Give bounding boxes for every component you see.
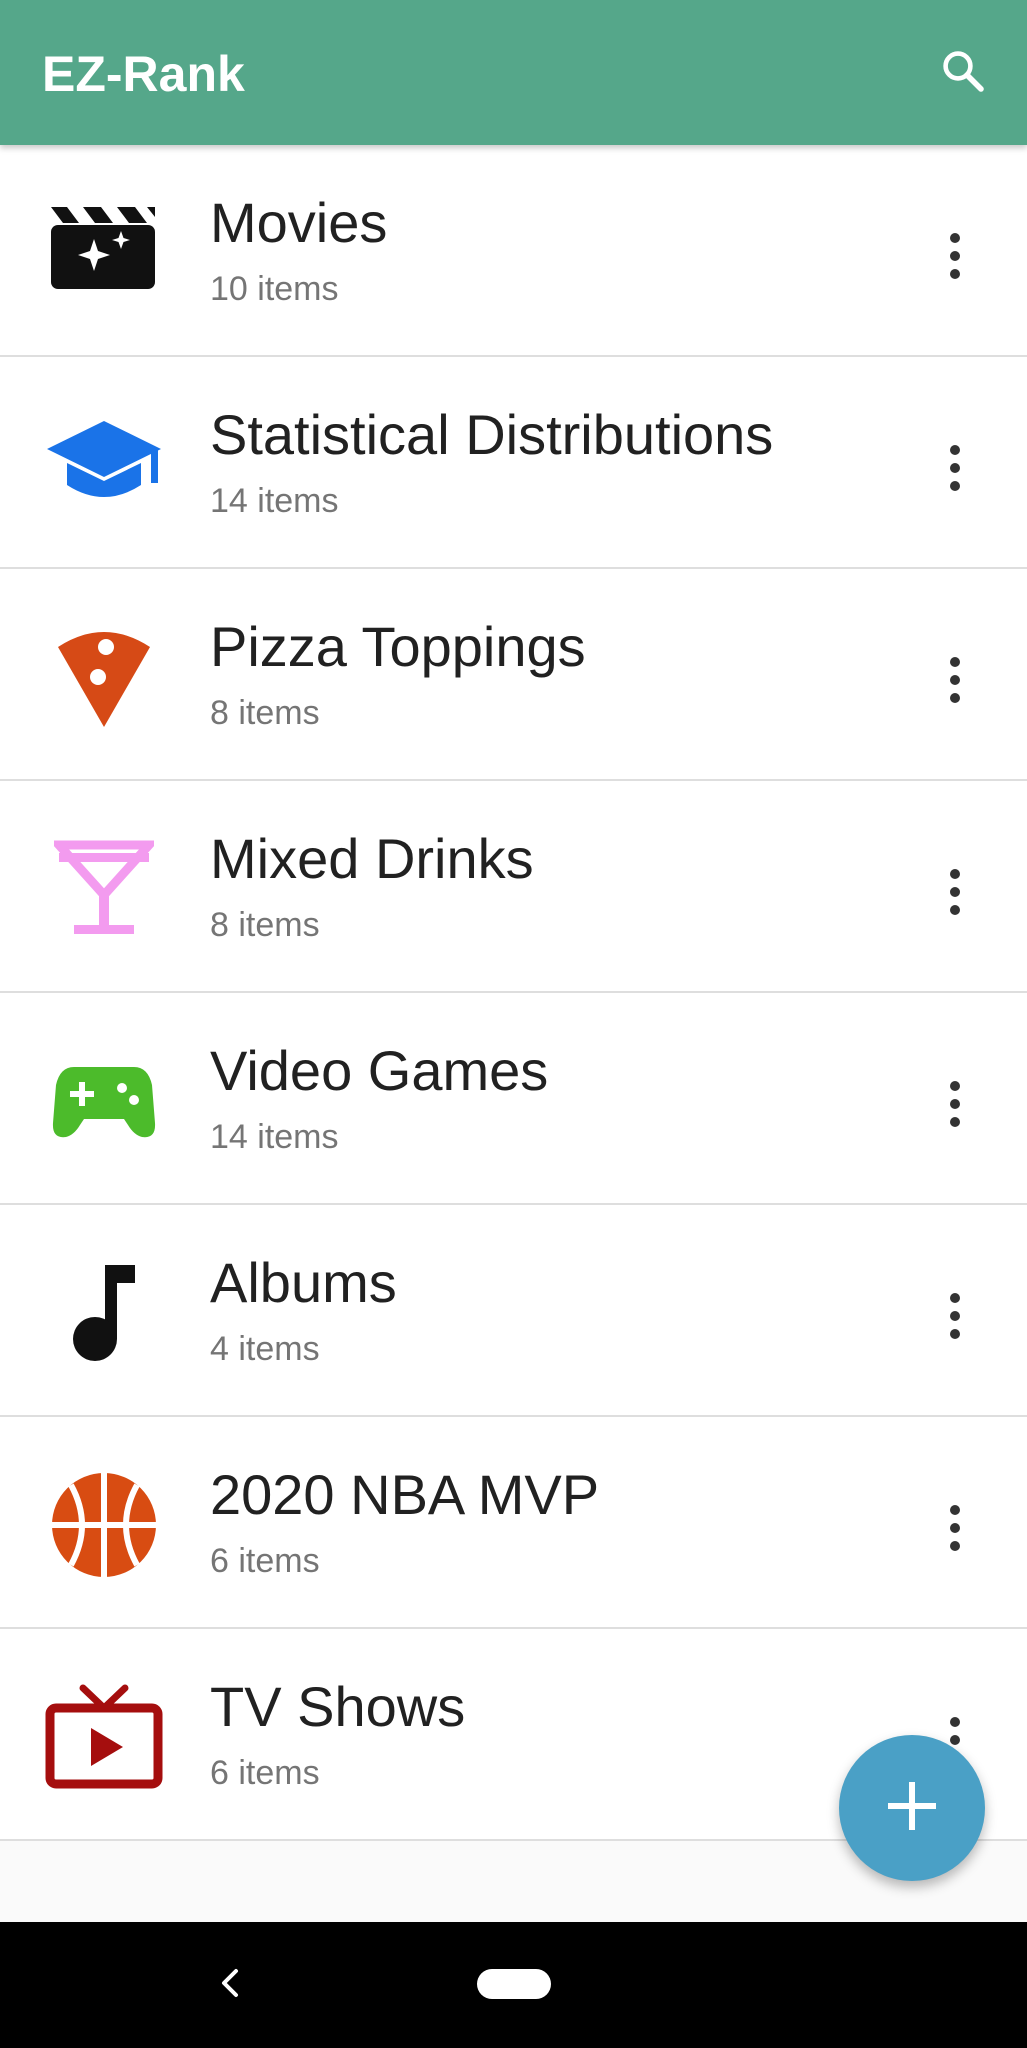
more-options-button[interactable] <box>915 1278 995 1358</box>
list-item-count: 10 items <box>210 270 339 308</box>
list-item-title: Pizza Toppings <box>210 615 586 678</box>
more-vert-icon <box>948 868 962 921</box>
list-item-movies[interactable]: Movies 10 items <box>0 145 1027 357</box>
tv-play-icon <box>44 1677 164 1797</box>
ranking-list: Movies 10 items Statistical Distribution… <box>0 145 1027 1841</box>
list-item-count: 14 items <box>210 482 339 520</box>
app-title: EZ-Rank <box>42 46 245 102</box>
more-options-button[interactable] <box>915 854 995 934</box>
more-vert-icon <box>948 1080 962 1133</box>
list-item-count: 4 items <box>210 1330 320 1368</box>
list-item-title: Movies <box>210 191 388 254</box>
list-item-title: Statistical Distributions <box>210 403 774 466</box>
more-vert-icon <box>948 656 962 709</box>
list-item-title: Video Games <box>210 1039 549 1102</box>
home-pill-icon[interactable] <box>477 1969 551 1999</box>
more-vert-icon <box>948 444 962 497</box>
list-item-count: 8 items <box>210 906 320 944</box>
more-options-button[interactable] <box>915 430 995 510</box>
list-item-count: 14 items <box>210 1118 339 1156</box>
pizza-slice-icon <box>44 617 164 737</box>
graduation-cap-icon <box>44 405 164 525</box>
basketball-icon <box>44 1465 164 1585</box>
more-options-button[interactable] <box>915 1066 995 1146</box>
list-item-title: 2020 NBA MVP <box>210 1463 600 1526</box>
movie-clapperboard-icon <box>44 193 164 313</box>
list-item-video-games[interactable]: Video Games 14 items <box>0 993 1027 1205</box>
more-options-button[interactable] <box>915 218 995 298</box>
list-item-title: Albums <box>210 1251 397 1314</box>
more-options-button[interactable] <box>915 642 995 722</box>
list-item-2020-nba-mvp[interactable]: 2020 NBA MVP 6 items <box>0 1417 1027 1629</box>
back-chevron-icon <box>218 1967 242 2004</box>
cocktail-glass-icon <box>44 829 164 949</box>
search-icon <box>939 47 987 100</box>
gamepad-icon <box>44 1041 164 1161</box>
plus-icon <box>884 1778 940 1839</box>
back-button[interactable] <box>205 1960 255 2010</box>
list-item-pizza-toppings[interactable]: Pizza Toppings 8 items <box>0 569 1027 781</box>
list-item-statistical-distributions[interactable]: Statistical Distributions 14 items <box>0 357 1027 569</box>
list-item-count: 6 items <box>210 1754 320 1792</box>
search-button[interactable] <box>928 38 998 108</box>
list-item-title: Mixed Drinks <box>210 827 534 890</box>
list-item-albums[interactable]: Albums 4 items <box>0 1205 1027 1417</box>
system-nav-bar <box>0 1922 1027 2048</box>
music-note-icon <box>44 1253 164 1373</box>
more-vert-icon <box>948 1504 962 1557</box>
more-vert-icon <box>948 1292 962 1345</box>
app-bar: EZ-Rank <box>0 0 1027 145</box>
list-item-count: 6 items <box>210 1542 320 1580</box>
list-item-title: TV Shows <box>210 1675 466 1738</box>
list-item-mixed-drinks[interactable]: Mixed Drinks 8 items <box>0 781 1027 993</box>
more-vert-icon <box>948 232 962 285</box>
list-item-count: 8 items <box>210 694 320 732</box>
add-list-button[interactable] <box>839 1735 985 1881</box>
more-options-button[interactable] <box>915 1490 995 1570</box>
